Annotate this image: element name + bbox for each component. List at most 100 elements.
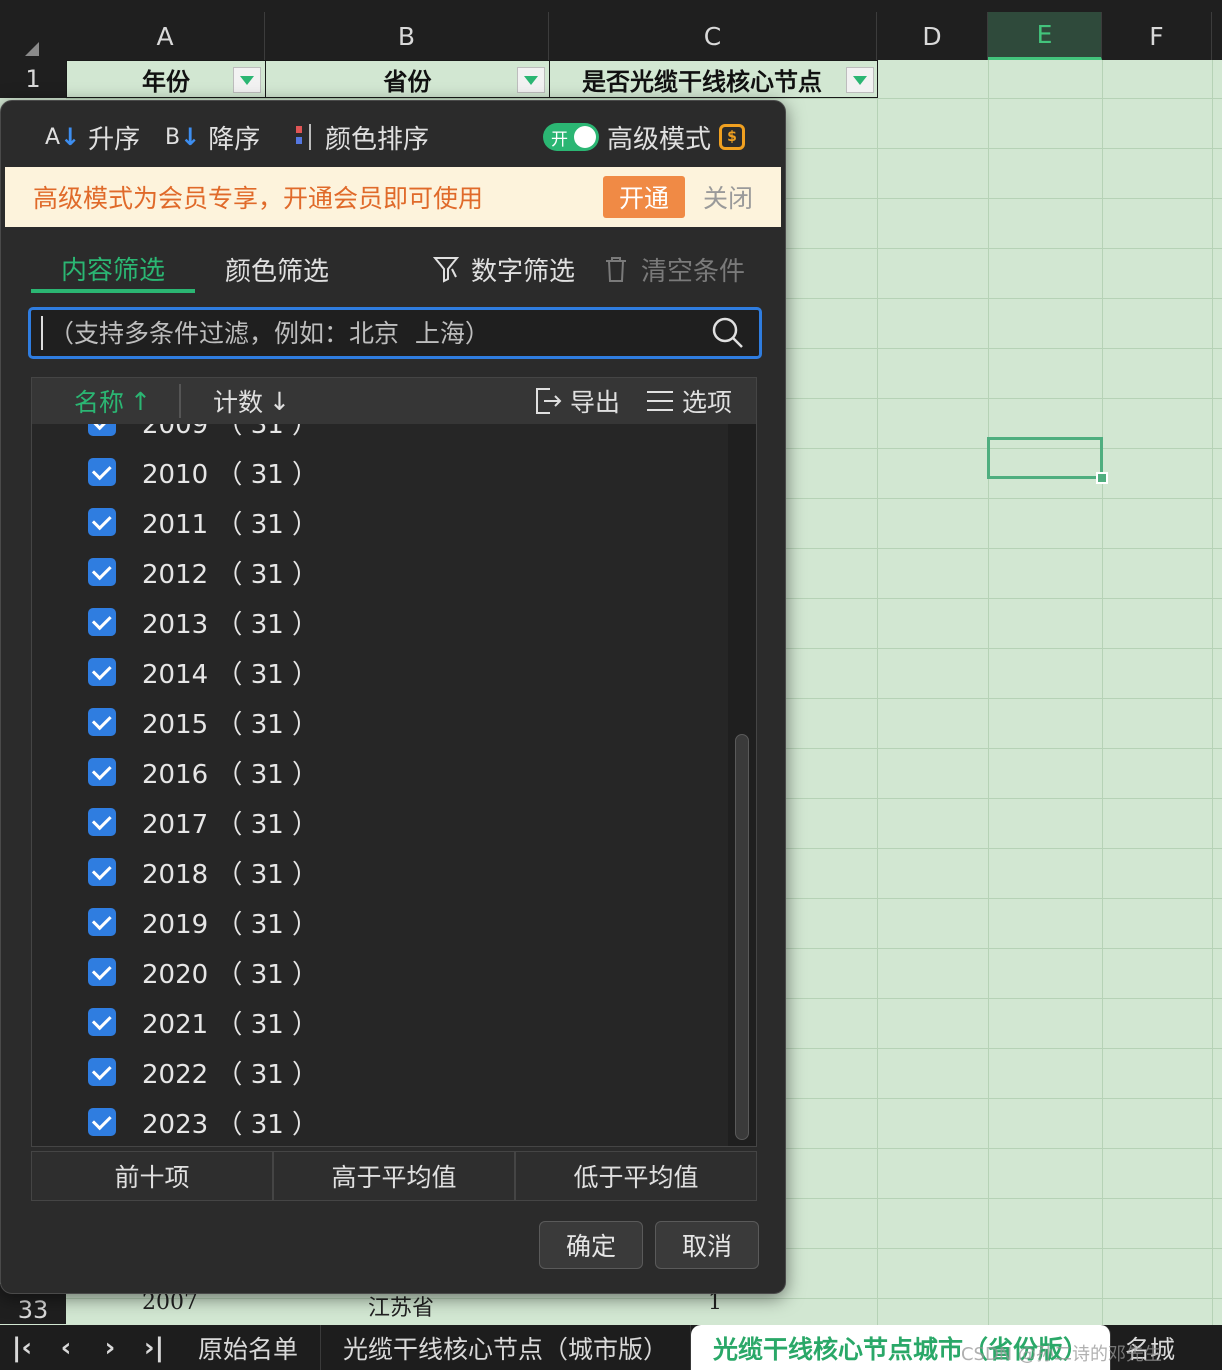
fill-handle[interactable]: [1096, 472, 1108, 484]
sort-descending-label: 降序: [208, 124, 261, 155]
list-item[interactable]: 2012 （ 31 ）: [88, 547, 318, 597]
header-cell-year-label: 年份: [142, 66, 190, 96]
list-item[interactable]: 2017 （ 31 ）: [88, 797, 318, 847]
list-item[interactable]: 2023 （ 31 ）: [88, 1097, 319, 1146]
number-filter-label: 数字筛选: [471, 256, 576, 287]
list-item-label: 2023 （ 31 ）: [142, 1109, 319, 1140]
checkbox[interactable]: [88, 1108, 116, 1136]
header-cell-year[interactable]: 年份: [66, 60, 266, 98]
sort-asc-icon: A ↓: [45, 123, 81, 151]
list-item-label: 2012 （ 31 ）: [142, 559, 319, 590]
tab-color-filter[interactable]: 颜色筛选: [225, 247, 329, 291]
sheet-tab-original-list[interactable]: 原始名单: [176, 1325, 322, 1370]
list-item-label: 2013 （ 31 ）: [142, 609, 319, 640]
value-list-items: 2009 （ 31 ） 2010 （ 31 ） 2011 （ 31 ） 2012 （ …: [32, 378, 726, 1146]
banner-message: 高级模式为会员专享，开通会员即可使用: [33, 184, 484, 213]
sort-by-count-button[interactable]: 计数 ↓: [213, 383, 290, 419]
above-average-button[interactable]: 高于平均值: [274, 1152, 516, 1200]
header-cell-core-node[interactable]: 是否光缆干线核心节点: [549, 60, 878, 98]
membership-banner: 高级模式为会员专享，开通会员即可使用 开通 关闭: [5, 167, 781, 227]
tab-content-filter[interactable]: 内容筛选: [31, 247, 195, 293]
search-box[interactable]: [28, 307, 762, 359]
list-item[interactable]: 2018 （ 31 ）: [88, 847, 318, 897]
cell-province[interactable]: 江苏省: [368, 1290, 434, 1322]
list-item[interactable]: 2021 （ 31 ）: [88, 997, 318, 1047]
checkbox[interactable]: [88, 1058, 116, 1086]
cancel-button[interactable]: 取消: [655, 1221, 759, 1269]
column-header-c[interactable]: C: [549, 12, 877, 60]
column-header-b[interactable]: B: [265, 12, 549, 60]
search-icon[interactable]: [711, 316, 745, 350]
column-header-a[interactable]: A: [66, 12, 265, 60]
checkbox[interactable]: [88, 1008, 116, 1036]
top-ten-button[interactable]: 前十项: [32, 1152, 274, 1200]
advanced-mode-toggle[interactable]: 开: [543, 123, 599, 151]
checkbox[interactable]: [88, 558, 116, 586]
close-banner-button[interactable]: 关闭: [703, 179, 753, 215]
advanced-mode-control[interactable]: 开 高级模式 $: [543, 113, 746, 161]
color-sort-icon: [295, 122, 317, 152]
list-item-label: 2022 （ 31 ）: [142, 1059, 319, 1090]
list-item[interactable]: 2010 （ 31 ）: [88, 447, 318, 497]
ok-button[interactable]: 确定: [539, 1221, 643, 1269]
filter-dropdown-button-core-node[interactable]: [846, 67, 874, 93]
checkbox[interactable]: [88, 708, 116, 736]
column-header-d[interactable]: D: [877, 12, 988, 60]
first-sheet-icon[interactable]: |‹: [0, 1325, 44, 1370]
number-filter-button[interactable]: 数字筛选: [433, 247, 575, 291]
selected-cell[interactable]: [987, 437, 1103, 479]
column-header-e[interactable]: E: [988, 12, 1102, 60]
search-input[interactable]: [43, 318, 711, 348]
header-cell-province[interactable]: 省份: [265, 60, 550, 98]
checkbox[interactable]: [88, 758, 116, 786]
last-sheet-icon[interactable]: ›|: [132, 1325, 176, 1370]
grid-line: [66, 98, 1222, 99]
checkbox[interactable]: [88, 858, 116, 886]
options-label: 选项: [681, 388, 732, 417]
column-header-f[interactable]: F: [1102, 12, 1212, 60]
clear-conditions-button[interactable]: 清空条件: [603, 247, 745, 291]
divider: [178, 384, 181, 418]
sort-by-name-button[interactable]: 名称 ↑: [74, 383, 151, 419]
sort-descending-button[interactable]: B ↓ 降序: [165, 113, 260, 161]
list-item[interactable]: 2014 （ 31 ）: [88, 647, 318, 697]
list-item-label: 2019 （ 31 ）: [142, 909, 319, 940]
filter-dropdown-button-year[interactable]: [233, 67, 261, 93]
select-all-corner[interactable]: [25, 42, 39, 56]
list-item-label: 2015 （ 31 ）: [142, 709, 319, 740]
row-header-1[interactable]: 1: [0, 60, 66, 98]
checkbox[interactable]: [88, 958, 116, 986]
filter-dropdown-button-province[interactable]: [517, 67, 545, 93]
open-membership-button[interactable]: 开通: [602, 176, 685, 218]
list-item[interactable]: 2013 （ 31 ）: [88, 597, 318, 647]
export-label: 导出: [569, 388, 620, 417]
checkbox[interactable]: [88, 808, 116, 836]
scrollbar-thumb[interactable]: [735, 734, 749, 1140]
checkbox[interactable]: [88, 608, 116, 636]
checkbox[interactable]: [88, 458, 116, 486]
advanced-mode-label: 高级模式: [607, 124, 712, 155]
checkbox[interactable]: [88, 658, 116, 686]
export-button[interactable]: 导出: [532, 383, 620, 419]
prev-sheet-icon[interactable]: ‹: [44, 1325, 88, 1370]
list-item[interactable]: 2011 （ 31 ）: [88, 497, 318, 547]
list-item[interactable]: 2020 （ 31 ）: [88, 947, 318, 997]
name-column-label: 名称: [74, 388, 125, 417]
header-cell-core-node-label: 是否光缆干线核心节点: [582, 66, 822, 96]
color-sort-button[interactable]: 颜色排序: [295, 113, 429, 161]
list-item[interactable]: 2022 （ 31 ）: [88, 1047, 318, 1097]
below-average-button[interactable]: 低于平均值: [516, 1152, 756, 1200]
sort-ascending-button[interactable]: A ↓ 升序: [45, 113, 140, 161]
checkbox[interactable]: [88, 908, 116, 936]
list-item[interactable]: 2019 （ 31 ）: [88, 897, 318, 947]
sort-toolbar: A ↓ 升序 B ↓ 降序 颜色排序 开 高级模式 $: [1, 113, 787, 161]
list-item[interactable]: 2015 （ 31 ）: [88, 697, 318, 747]
scrollbar[interactable]: [728, 424, 756, 1146]
next-sheet-icon[interactable]: ›: [88, 1325, 132, 1370]
checkbox[interactable]: [88, 508, 116, 536]
list-item-label: 2018 （ 31 ）: [142, 859, 319, 890]
arrow-up-icon: ↑: [130, 386, 151, 416]
sheet-tab-city-version[interactable]: 光缆干线核心节点（城市版）: [321, 1325, 692, 1370]
options-button[interactable]: 选项: [646, 383, 732, 419]
list-item[interactable]: 2016 （ 31 ）: [88, 747, 318, 797]
